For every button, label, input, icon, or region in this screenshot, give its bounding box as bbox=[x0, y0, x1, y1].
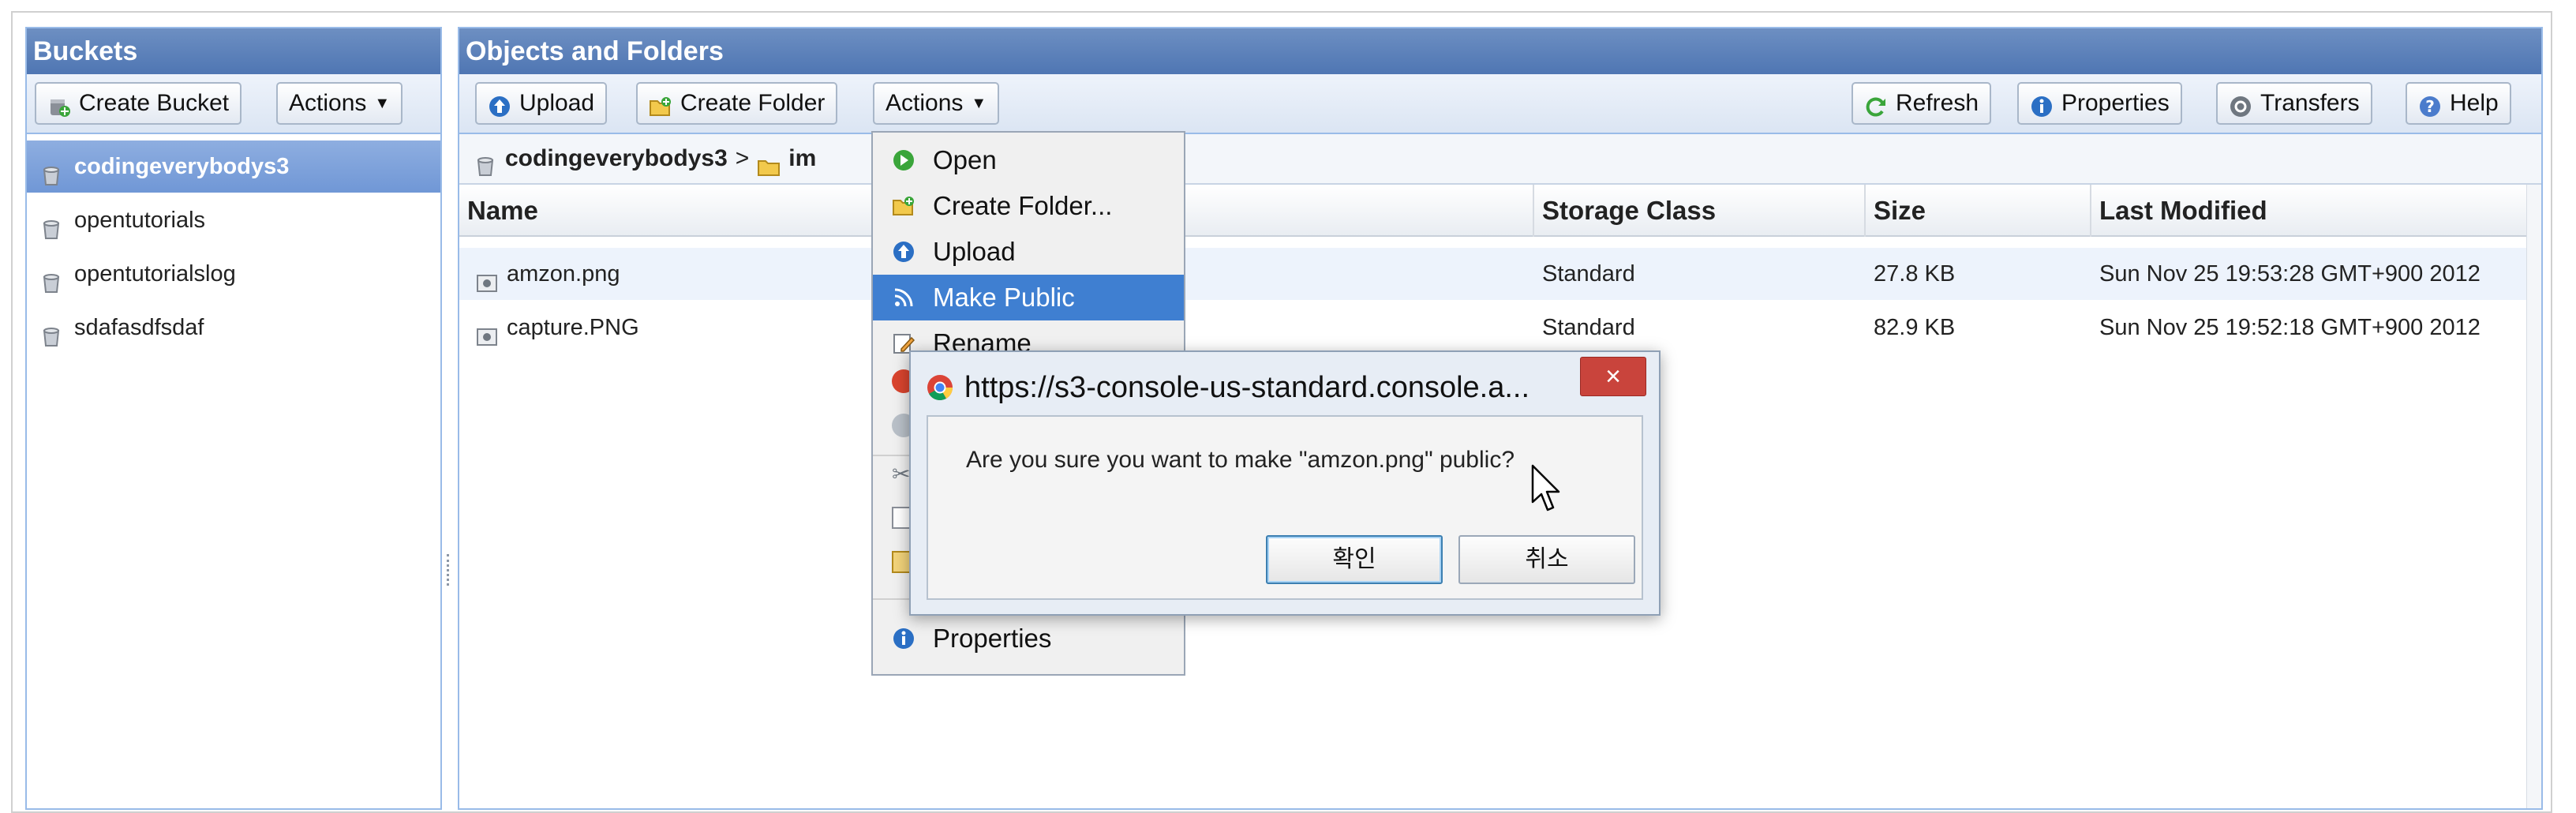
menu-item-make-public[interactable]: Make Public bbox=[873, 275, 1184, 320]
objects-panel-title: Objects and Folders bbox=[459, 28, 2541, 74]
help-button[interactable]: ? Help bbox=[2406, 82, 2511, 125]
upload-icon bbox=[488, 92, 511, 117]
upload-icon bbox=[892, 240, 915, 264]
folder-icon bbox=[757, 147, 781, 176]
info-icon bbox=[2030, 92, 2054, 117]
buckets-actions-button[interactable]: Actions ▼ bbox=[276, 82, 403, 125]
dialog-message: Are you sure you want to make "amzon.png… bbox=[966, 447, 1515, 473]
cancel-button[interactable]: 취소 bbox=[1458, 535, 1635, 584]
dropdown-arrow-icon: ▼ bbox=[374, 95, 391, 112]
create-bucket-label: Create Bucket bbox=[79, 90, 230, 116]
cell-name: capture.PNG bbox=[466, 302, 639, 354]
column-header-last-modified[interactable]: Last Modified bbox=[2090, 185, 2541, 237]
buckets-toolbar: Create Bucket Actions ▼ bbox=[27, 74, 440, 134]
objects-actions-button[interactable]: Actions ▼ bbox=[873, 82, 1000, 125]
bucket-item-sdafasdfsdaf[interactable]: sdafasdfsdaf bbox=[27, 302, 440, 354]
vertical-scrollbar[interactable] bbox=[2526, 185, 2541, 808]
bucket-label: opentutorialslog bbox=[74, 261, 236, 287]
table-row[interactable]: capture.PNG Standard 82.9 KB Sun Nov 25 … bbox=[459, 302, 2541, 354]
bucket-item-opentutorials[interactable]: opentutorials bbox=[27, 194, 440, 246]
menu-item-upload[interactable]: Upload bbox=[873, 229, 1184, 275]
svg-text:?: ? bbox=[2425, 97, 2435, 116]
file-name: capture.PNG bbox=[507, 315, 639, 340]
breadcrumb-separator: > bbox=[735, 145, 750, 171]
menu-item-open[interactable]: Open bbox=[873, 137, 1184, 183]
transfers-icon bbox=[2229, 92, 2252, 117]
chrome-icon bbox=[927, 374, 953, 401]
cell-storage-class: Standard bbox=[1542, 261, 1635, 287]
buckets-actions-label: Actions bbox=[289, 90, 367, 116]
properties-label: Properties bbox=[2061, 90, 2170, 116]
objects-grid-header: Name Storage Class Size Last Modified bbox=[459, 185, 2541, 237]
image-file-icon bbox=[475, 316, 499, 346]
mouse-cursor-icon bbox=[1531, 464, 1563, 515]
bucket-icon bbox=[39, 155, 63, 185]
transfers-label: Transfers bbox=[2260, 90, 2360, 116]
create-folder-button[interactable]: Create Folder bbox=[636, 82, 838, 125]
cut-icon: ✂ bbox=[892, 462, 911, 486]
dialog-title-bar: https://s3-console-us-standard.console.a… bbox=[927, 366, 1530, 409]
breadcrumb-folder[interactable]: im bbox=[788, 134, 816, 183]
refresh-icon bbox=[1864, 92, 1888, 117]
table-row[interactable]: amzon.png Standard 27.8 KB Sun Nov 25 19… bbox=[459, 248, 2541, 300]
menu-item-label: Properties bbox=[933, 624, 1052, 653]
buckets-panel-title: Buckets bbox=[27, 28, 440, 74]
buckets-panel: Buckets Create Bucket Actions ▼ codingev… bbox=[25, 27, 442, 810]
menu-item-label: Upload bbox=[933, 237, 1016, 266]
make-public-icon bbox=[892, 286, 915, 309]
breadcrumb-bucket[interactable]: codingeverybodys3 bbox=[505, 134, 728, 183]
file-name: amzon.png bbox=[507, 261, 620, 287]
cell-size: 27.8 KB bbox=[1874, 261, 1956, 287]
menu-item-label: Make Public bbox=[933, 283, 1075, 312]
bucket-icon bbox=[39, 262, 63, 293]
copy-icon bbox=[892, 507, 911, 529]
breadcrumb: codingeverybodys3 > im bbox=[459, 134, 2541, 185]
properties-button[interactable]: Properties bbox=[2017, 82, 2182, 125]
open-icon bbox=[892, 148, 915, 172]
cell-last-modified: Sun Nov 25 19:53:28 GMT+900 2012 bbox=[2099, 261, 2481, 287]
cell-last-modified: Sun Nov 25 19:52:18 GMT+900 2012 bbox=[2099, 315, 2481, 340]
bucket-item-codingeverybodys3[interactable]: codingeverybodys3 bbox=[27, 140, 440, 193]
objects-toolbar: Upload Create Folder Actions ▼ Refresh P… bbox=[459, 74, 2541, 134]
menu-item-label: Open bbox=[933, 145, 997, 174]
cell-storage-class: Standard bbox=[1542, 315, 1635, 340]
bucket-icon bbox=[39, 316, 63, 347]
panel-splitter[interactable] bbox=[442, 27, 458, 810]
bucket-icon bbox=[39, 208, 63, 239]
create-folder-label: Create Folder bbox=[680, 90, 826, 116]
dropdown-arrow-icon: ▼ bbox=[971, 95, 987, 112]
refresh-button[interactable]: Refresh bbox=[1852, 82, 1992, 125]
column-header-size[interactable]: Size bbox=[1864, 185, 2090, 237]
help-label: Help bbox=[2450, 90, 2499, 116]
cell-size: 82.9 KB bbox=[1874, 315, 1956, 340]
bucket-label: codingeverybodys3 bbox=[74, 154, 290, 179]
upload-label: Upload bbox=[519, 90, 595, 116]
create-bucket-button[interactable]: Create Bucket bbox=[35, 82, 242, 125]
bucket-icon bbox=[474, 147, 497, 176]
refresh-label: Refresh bbox=[1896, 90, 1979, 116]
info-icon bbox=[892, 627, 915, 650]
create-folder-icon bbox=[892, 194, 915, 218]
cell-name: amzon.png bbox=[466, 248, 620, 300]
confirm-button[interactable]: 확인 bbox=[1266, 535, 1443, 584]
column-header-storage-class[interactable]: Storage Class bbox=[1533, 185, 1864, 237]
image-file-icon bbox=[475, 262, 499, 292]
splitter-grip bbox=[447, 554, 452, 586]
help-icon: ? bbox=[2418, 92, 2442, 117]
menu-item-label: Create Folder... bbox=[933, 191, 1113, 220]
dialog-close-button[interactable]: × bbox=[1580, 357, 1646, 396]
upload-button[interactable]: Upload bbox=[475, 82, 608, 125]
create-bucket-icon bbox=[47, 92, 71, 117]
objects-actions-label: Actions bbox=[886, 90, 964, 116]
menu-item-create-folder[interactable]: Create Folder... bbox=[873, 183, 1184, 229]
create-folder-icon bbox=[649, 92, 672, 116]
menu-item-properties[interactable]: Properties bbox=[873, 616, 1184, 661]
bucket-label: sdafasdfsdaf bbox=[74, 315, 204, 340]
dialog-title: https://s3-console-us-standard.console.a… bbox=[964, 370, 1530, 404]
bucket-label: opentutorials bbox=[74, 208, 206, 233]
bucket-item-opentutorialslog[interactable]: opentutorialslog bbox=[27, 248, 440, 300]
transfers-button[interactable]: Transfers bbox=[2216, 82, 2372, 125]
